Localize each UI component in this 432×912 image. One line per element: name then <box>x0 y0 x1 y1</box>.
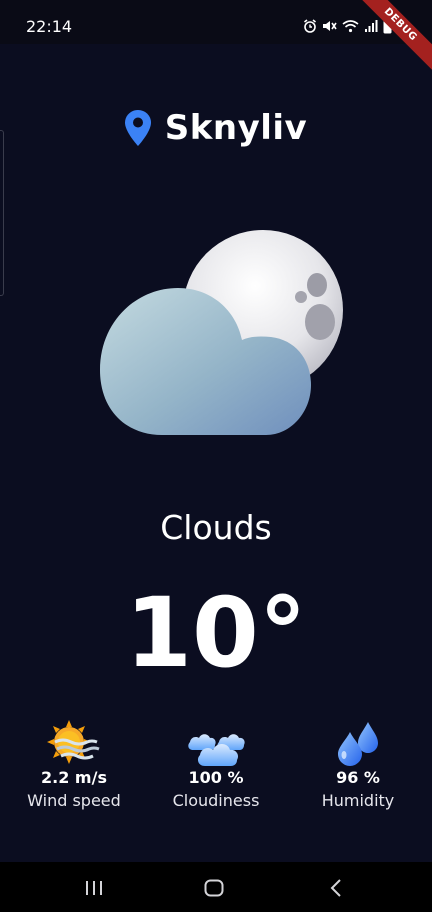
back-icon <box>330 879 341 897</box>
back-button[interactable] <box>316 876 356 900</box>
wind-sun-icon <box>47 720 100 764</box>
alarm-icon <box>304 19 316 33</box>
wifi-icon <box>342 20 359 33</box>
home-icon <box>204 879 224 897</box>
city-name: Sknyliv <box>164 108 308 148</box>
stat-cloudiness: 100 % Cloudiness <box>144 712 288 810</box>
signal-icon <box>365 20 378 32</box>
recent-apps-button[interactable] <box>74 876 114 900</box>
humidity-label: Humidity <box>321 791 395 810</box>
home-button[interactable] <box>194 876 234 900</box>
stat-humidity: 96 % Humidity <box>286 712 430 810</box>
weather-condition: Clouds <box>160 508 272 547</box>
wind-speed-value: 2.2 m/s <box>41 768 107 787</box>
weather-stats: 2.2 m/s Wind speed 100 % Cloudiness 96 %… <box>0 712 432 812</box>
humidity-value: 96 % <box>336 768 380 787</box>
edge-panel-handle[interactable] <box>0 130 4 296</box>
stat-wind-speed: 2.2 m/s Wind speed <box>2 712 146 810</box>
location-pin-icon <box>124 110 151 146</box>
water-drops-icon <box>338 722 378 766</box>
system-nav-bar <box>0 862 432 912</box>
status-time: 22:14 <box>26 17 73 36</box>
cloud-moon-icon <box>96 230 346 440</box>
status-bar: 22:14 <box>0 0 432 44</box>
location-header: Sknyliv <box>0 104 432 152</box>
cloudiness-value: 100 % <box>188 768 244 787</box>
clouds-icon <box>188 734 245 766</box>
mute-icon <box>323 21 337 31</box>
cloudiness-label: Cloudiness <box>172 791 260 810</box>
recent-apps-icon <box>86 881 102 895</box>
temperature: 10° <box>125 577 307 689</box>
wind-speed-label: Wind speed <box>27 791 121 810</box>
status-icons <box>303 17 392 35</box>
